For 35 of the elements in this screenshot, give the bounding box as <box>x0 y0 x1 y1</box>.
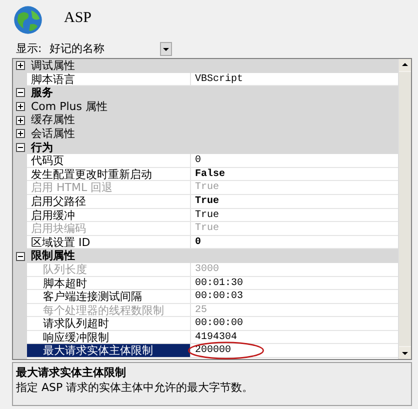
expand-toggle[interactable] <box>16 116 24 125</box>
scroll-down-icon[interactable] <box>399 347 411 359</box>
property-name[interactable]: 代码页 <box>27 154 191 168</box>
property-value[interactable]: True <box>195 210 220 221</box>
property-name[interactable]: 启用父路径 <box>27 194 191 209</box>
expand-toggle[interactable] <box>16 102 24 112</box>
display-label: 显示: <box>16 41 42 56</box>
expand-toggle[interactable] <box>16 61 24 70</box>
property-value[interactable]: 4194304 <box>195 332 238 343</box>
expand-toggle[interactable] <box>16 142 24 152</box>
property-value[interactable]: False <box>195 168 226 180</box>
property-value[interactable]: 00:01:30 <box>195 278 244 288</box>
property-name[interactable]: 最大请求实体主体限制 <box>27 344 191 358</box>
scrollbar[interactable] <box>398 59 411 359</box>
description-text: 指定 ASP 请求的实体主体中允许的最大字节数。 <box>16 380 254 395</box>
property-value[interactable]: 00:00:00 <box>195 318 244 330</box>
description-title: 最大请求实体主体限制 <box>16 365 127 380</box>
property-value[interactable]: 00:00:03 <box>195 291 244 302</box>
caret-icon <box>160 42 172 56</box>
property-value[interactable]: 0 <box>195 236 202 248</box>
page-title: ASP <box>64 10 92 27</box>
property-name[interactable]: 发生配置更改时重新启动 <box>27 168 191 182</box>
display-dropdown[interactable]: 好记的名称 <box>50 41 172 56</box>
globe-icon <box>12 4 44 36</box>
property-name[interactable]: 启用缓冲 <box>27 208 191 222</box>
property-value[interactable]: True <box>195 196 220 207</box>
property-name[interactable]: 脚本超时 <box>27 276 191 290</box>
property-value[interactable]: VBScript <box>195 74 244 85</box>
scroll-up-icon[interactable] <box>399 59 411 71</box>
property-name[interactable]: 客户端连接测试间隔 <box>27 290 191 304</box>
expand-toggle[interactable] <box>16 88 24 98</box>
property-name[interactable]: 请求队列超时 <box>27 317 191 331</box>
property-value[interactable]: 0 <box>195 155 202 166</box>
expand-toggle[interactable] <box>16 252 24 261</box>
expand-toggle[interactable] <box>16 129 24 138</box>
